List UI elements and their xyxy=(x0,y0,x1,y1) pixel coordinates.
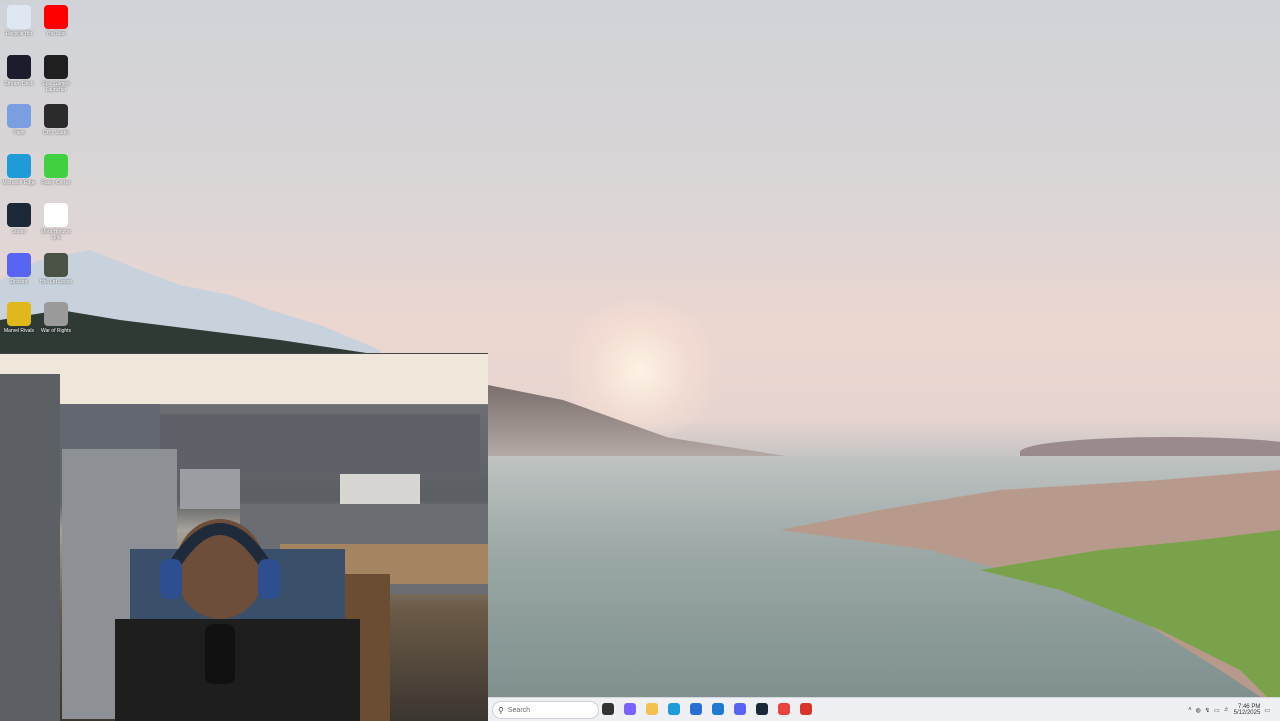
taskbar: ⚲ Search ˄ ◍ ↯ ▭ ♬ 7:46 PM 5/12/2025 ▭ xyxy=(488,697,1280,721)
desktop-icon-label: Stream Deck xyxy=(4,80,34,87)
desktop-icon-label: Discord xyxy=(10,278,28,285)
meta-icon xyxy=(44,203,68,227)
network-icon[interactable]: ◍ xyxy=(1196,707,1201,714)
edge-taskbar-icon[interactable] xyxy=(668,703,680,715)
desktop-icon-hell-let-loose[interactable]: Hell Let Loose xyxy=(37,252,75,299)
desktop-icon-label: Epic Games Launcher xyxy=(42,80,70,93)
desktop-icon-label: OBS Studio xyxy=(42,130,70,136)
desktop-icon-recycle-bin[interactable]: Recycle Bin xyxy=(0,5,38,51)
desktop-icon-label: Hell Let Loose xyxy=(40,278,72,285)
file-explorer-icon[interactable] xyxy=(646,703,658,715)
steam-icon xyxy=(7,203,31,227)
desktop-icon-youtube[interactable]: YouTube xyxy=(37,5,75,51)
chrome-icon[interactable] xyxy=(778,703,790,715)
desktop-icon-obs[interactable]: OBS Studio xyxy=(37,104,75,150)
war-of-rights-icon xyxy=(44,302,68,326)
webcam-overlay xyxy=(0,353,488,721)
razer-cortex-icon xyxy=(44,153,68,178)
desktop-icon-label: Razer Cortex xyxy=(41,179,71,186)
desktop-icon-steam[interactable]: Steam xyxy=(0,203,38,249)
notification-icon[interactable]: ▭ xyxy=(1264,707,1270,714)
edge-icon xyxy=(7,153,31,178)
volume-icon[interactable]: ♬ xyxy=(1224,707,1230,713)
clock[interactable]: 7:46 PM 5/12/2025 xyxy=(1234,704,1261,716)
usb-icon[interactable]: ↯ xyxy=(1205,707,1210,714)
desktop-icon-war-of-rights[interactable]: War of Rights xyxy=(37,302,75,348)
store-icon[interactable] xyxy=(690,703,702,715)
webcam-scene xyxy=(0,354,488,721)
copilot-icon[interactable] xyxy=(624,703,636,715)
search-icon: ⚲ xyxy=(498,705,504,715)
hell-let-loose-icon xyxy=(44,252,68,277)
desktop-icon-label: War of Rights xyxy=(40,328,72,334)
desktop-icon-discord[interactable]: Discord xyxy=(0,252,38,299)
paint-icon xyxy=(7,104,31,128)
discord-icon xyxy=(7,252,31,277)
desktop-icon-razer-cortex[interactable]: Razer Cortex xyxy=(37,153,75,200)
youtube-icon xyxy=(44,5,68,29)
desktop-icon-marvel-rivals[interactable]: Marvel Rivals xyxy=(0,302,38,348)
system-tray: ˄ ◍ ↯ ▭ ♬ 7:46 PM 5/12/2025 ▭ xyxy=(1188,701,1270,719)
taskbar-search[interactable]: ⚲ Search xyxy=(492,701,599,719)
desktop-icon-label: Microsoft Edge xyxy=(2,179,36,186)
recycle-bin-icon xyxy=(7,5,31,29)
vscode-icon[interactable] xyxy=(712,703,724,715)
desktop-icon-edge[interactable]: Microsoft Edge xyxy=(0,153,38,200)
desktop-icon-label: Paint xyxy=(13,130,25,136)
clock-date: 5/12/2025 xyxy=(1233,710,1261,716)
obs-icon xyxy=(44,104,68,128)
epic-games-icon xyxy=(44,54,68,79)
desktop-icon-label: YouTube xyxy=(46,31,66,37)
chevron-up-icon[interactable]: ˄ xyxy=(1188,707,1192,713)
marvel-rivals-icon xyxy=(7,302,31,326)
desktop-icon-label: Recycle Bin xyxy=(5,31,33,37)
task-view-icon[interactable] xyxy=(602,703,614,715)
app-icon[interactable] xyxy=(800,703,812,715)
desktop-icon-meta[interactable]: Meta Horizon Link xyxy=(37,203,75,249)
steam-taskbar-icon[interactable] xyxy=(756,703,768,715)
monitor-icon[interactable]: ▭ xyxy=(1214,707,1220,714)
desktop-icon-stream-deck[interactable]: Stream Deck xyxy=(0,54,38,101)
desktop-icon-paint[interactable]: Paint xyxy=(0,104,38,150)
search-placeholder: Search xyxy=(507,706,531,714)
discord-taskbar-icon[interactable] xyxy=(734,703,746,715)
desktop-icon-label: Meta Horizon Link xyxy=(41,229,71,241)
desktop-icon-label: Marvel Rivals xyxy=(3,328,34,334)
grass-shore xyxy=(780,470,1280,710)
desktop-icon-label: Steam xyxy=(11,229,27,235)
stream-deck-icon xyxy=(7,54,31,79)
desktop-icon-epic-games[interactable]: Epic Games Launcher xyxy=(37,54,75,101)
